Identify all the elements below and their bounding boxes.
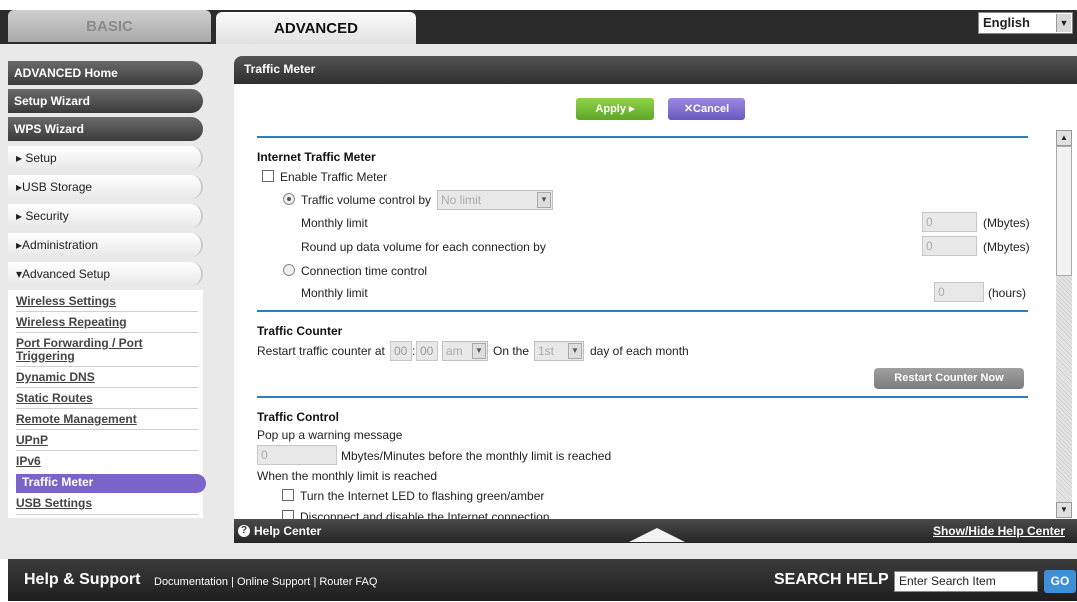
submenu-port-forwarding[interactable]: Port Forwarding / Port Triggering: [16, 337, 186, 363]
search-input[interactable]: Enter Search Item: [894, 571, 1038, 592]
divider: [16, 408, 198, 409]
show-hide-help-link[interactable]: Show/Hide Help Center: [933, 519, 1065, 543]
section-heading-internet-traffic-meter: Internet Traffic Meter: [257, 150, 376, 164]
go-button[interactable]: GO: [1044, 570, 1076, 593]
time-limit-label: Monthly limit: [301, 286, 368, 300]
submenu-wireless-settings[interactable]: Wireless Settings: [16, 295, 186, 308]
traffic-volume-label: Traffic volume control by: [301, 193, 432, 207]
top-strip: [0, 0, 1077, 10]
enable-traffic-meter-label: Enable Traffic Meter: [280, 170, 388, 184]
scroll-down-icon[interactable]: ▼: [1056, 502, 1072, 518]
scroll-thumb[interactable]: [1056, 146, 1072, 276]
router-faq-link[interactable]: Router FAQ: [319, 576, 377, 588]
footer: Help & Support Documentation | Online Su…: [8, 559, 1077, 601]
roundup-label: Round up data volume for each connection…: [301, 240, 546, 254]
help-center-bar: ? Help Center Show/Hide Help Center: [234, 519, 1077, 543]
search-help-label: SEARCH HELP: [774, 571, 889, 588]
time-limit-input[interactable]: 0: [934, 282, 984, 302]
cancel-button[interactable]: ✕Cancel: [668, 98, 745, 120]
submenu-wireless-repeating[interactable]: Wireless Repeating: [16, 316, 186, 329]
popup-warning-suffix: Mbytes/Minutes before the monthly limit …: [341, 449, 612, 463]
apply-button[interactable]: Apply ▸: [576, 98, 654, 120]
sidebar-item-setup[interactable]: ▸ Setup: [8, 146, 203, 170]
popup-warning-input[interactable]: 0: [257, 445, 337, 465]
language-select[interactable]: English ▼: [978, 12, 1073, 34]
submenu-remote-management[interactable]: Remote Management: [16, 413, 186, 426]
content-scrollbar[interactable]: ▲ ▼: [1056, 130, 1072, 518]
restart-counter-button[interactable]: Restart Counter Now: [874, 368, 1024, 389]
monthly-limit-unit: (Mbytes): [983, 216, 1030, 230]
roundup-input[interactable]: 0: [922, 236, 977, 256]
sidebar-item-security[interactable]: ▸ Security: [8, 204, 203, 228]
divider: [16, 387, 198, 388]
divider: [16, 332, 198, 333]
connection-time-radio[interactable]: [283, 264, 295, 276]
online-support-link[interactable]: Online Support: [237, 576, 310, 588]
on-the-label: On the: [493, 344, 530, 358]
chevron-down-icon: ▼: [537, 192, 551, 208]
section-heading-traffic-control: Traffic Control: [257, 410, 340, 424]
ampm-select[interactable]: am ▼: [442, 341, 488, 361]
sidebar-item-administration[interactable]: ▸Administration: [8, 233, 203, 257]
volume-control-value: No limit: [441, 193, 482, 207]
sidebar-item-setup-wizard[interactable]: Setup Wizard: [8, 89, 203, 113]
section-heading-traffic-counter: Traffic Counter: [257, 324, 343, 338]
divider: [16, 514, 198, 515]
submenu-ipv6[interactable]: IPv6: [16, 455, 186, 468]
divider: [16, 450, 198, 451]
help-center-label[interactable]: Help Center: [254, 519, 321, 543]
day-value: 1st: [538, 344, 555, 358]
restart-minute-input[interactable]: 00: [416, 341, 438, 361]
disconnect-label: Disconnect and disable the Internet conn…: [300, 510, 550, 519]
time-limit-unit: (hours): [988, 286, 1027, 300]
section-divider: [257, 310, 1028, 312]
chevron-down-icon: ▼: [1056, 14, 1071, 32]
submenu-usb-settings[interactable]: USB Settings: [16, 497, 186, 510]
led-flash-label: Turn the Internet LED to flashing green/…: [300, 489, 545, 503]
sidebar-item-usb-storage[interactable]: ▸USB Storage: [8, 175, 203, 199]
help-support-title: Help & Support: [24, 571, 141, 588]
sidebar-item-advanced-setup[interactable]: ▾Advanced Setup: [8, 262, 203, 286]
submenu-dynamic-dns[interactable]: Dynamic DNS: [16, 371, 186, 384]
monthly-limit-input[interactable]: 0: [922, 212, 977, 232]
documentation-link[interactable]: Documentation: [154, 576, 228, 588]
day-suffix-label: day of each month: [590, 344, 689, 358]
time-colon: :: [412, 344, 416, 358]
language-value: English: [983, 15, 1030, 30]
roundup-unit: (Mbytes): [983, 240, 1030, 254]
section-divider: [257, 136, 1028, 138]
divider: [16, 366, 198, 367]
restart-hour-input[interactable]: 00: [390, 341, 412, 361]
tab-advanced[interactable]: ADVANCED: [216, 12, 416, 44]
divider: [16, 429, 198, 430]
enable-traffic-meter-checkbox[interactable]: [262, 170, 274, 182]
connection-time-label: Connection time control: [301, 264, 428, 278]
help-icon: ?: [238, 525, 250, 537]
submenu-upnp[interactable]: UPnP: [16, 434, 186, 447]
section-divider: [257, 396, 1028, 398]
sidebar-item-wps-wizard[interactable]: WPS Wizard: [8, 117, 203, 141]
monthly-limit-reached-label: When the monthly limit is reached: [257, 469, 438, 483]
led-flash-checkbox[interactable]: [282, 489, 294, 501]
scroll-up-icon[interactable]: ▲: [1056, 130, 1072, 146]
divider: [16, 311, 198, 312]
page-title: Traffic Meter: [234, 56, 1077, 84]
restart-counter-label: Restart traffic counter at: [257, 344, 385, 358]
submenu-static-routes[interactable]: Static Routes: [16, 392, 186, 405]
sidebar-item-advanced-home[interactable]: ADVANCED Home: [8, 61, 203, 85]
footer-links: Documentation | Online Support | Router …: [154, 576, 377, 588]
traffic-volume-radio[interactable]: [283, 193, 295, 205]
submenu-traffic-meter[interactable]: Traffic Meter: [16, 474, 206, 493]
monthly-limit-label: Monthly limit: [301, 216, 368, 230]
ampm-value: am: [446, 344, 463, 358]
volume-control-select[interactable]: No limit ▼: [437, 190, 553, 210]
chevron-down-icon: ▼: [568, 343, 582, 359]
popup-warning-label: Pop up a warning message: [257, 428, 403, 442]
expand-triangle-icon[interactable]: [629, 528, 685, 542]
chevron-down-icon: ▼: [472, 343, 486, 359]
tab-basic[interactable]: BASIC: [8, 10, 211, 42]
day-select[interactable]: 1st ▼: [534, 341, 584, 361]
